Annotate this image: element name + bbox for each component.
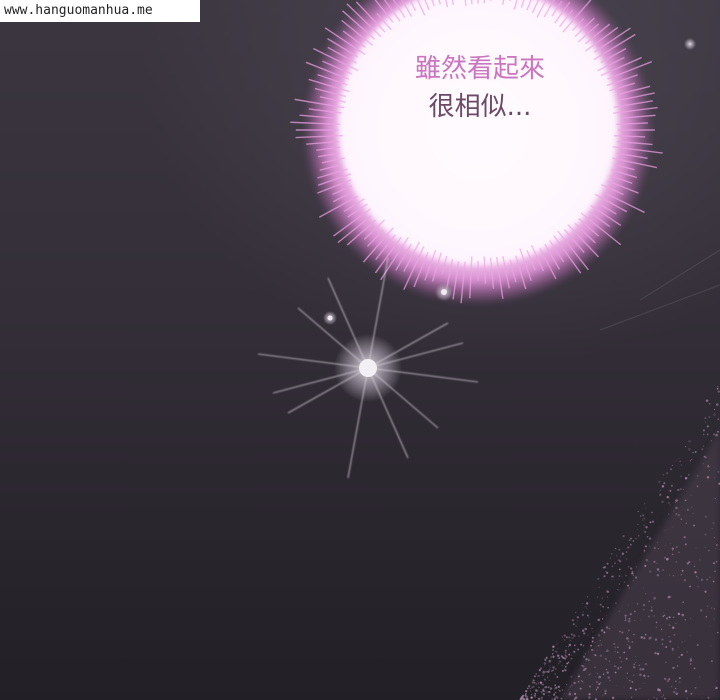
background-effects bbox=[257, 0, 720, 700]
speech-line-1: 雖然看起來 bbox=[414, 54, 545, 84]
speech-line-2: 很相似... bbox=[428, 92, 532, 122]
glow-bubble bbox=[290, 0, 663, 305]
comic-panel: www.hanguomanhua.me 雖然看起來 很相似... bbox=[0, 0, 720, 700]
dust-streak bbox=[560, 430, 720, 700]
light-streaks bbox=[599, 249, 720, 331]
speech-text: 雖然看起來 很相似... bbox=[380, 50, 580, 126]
watermark: www.hanguomanhua.me bbox=[0, 0, 200, 22]
